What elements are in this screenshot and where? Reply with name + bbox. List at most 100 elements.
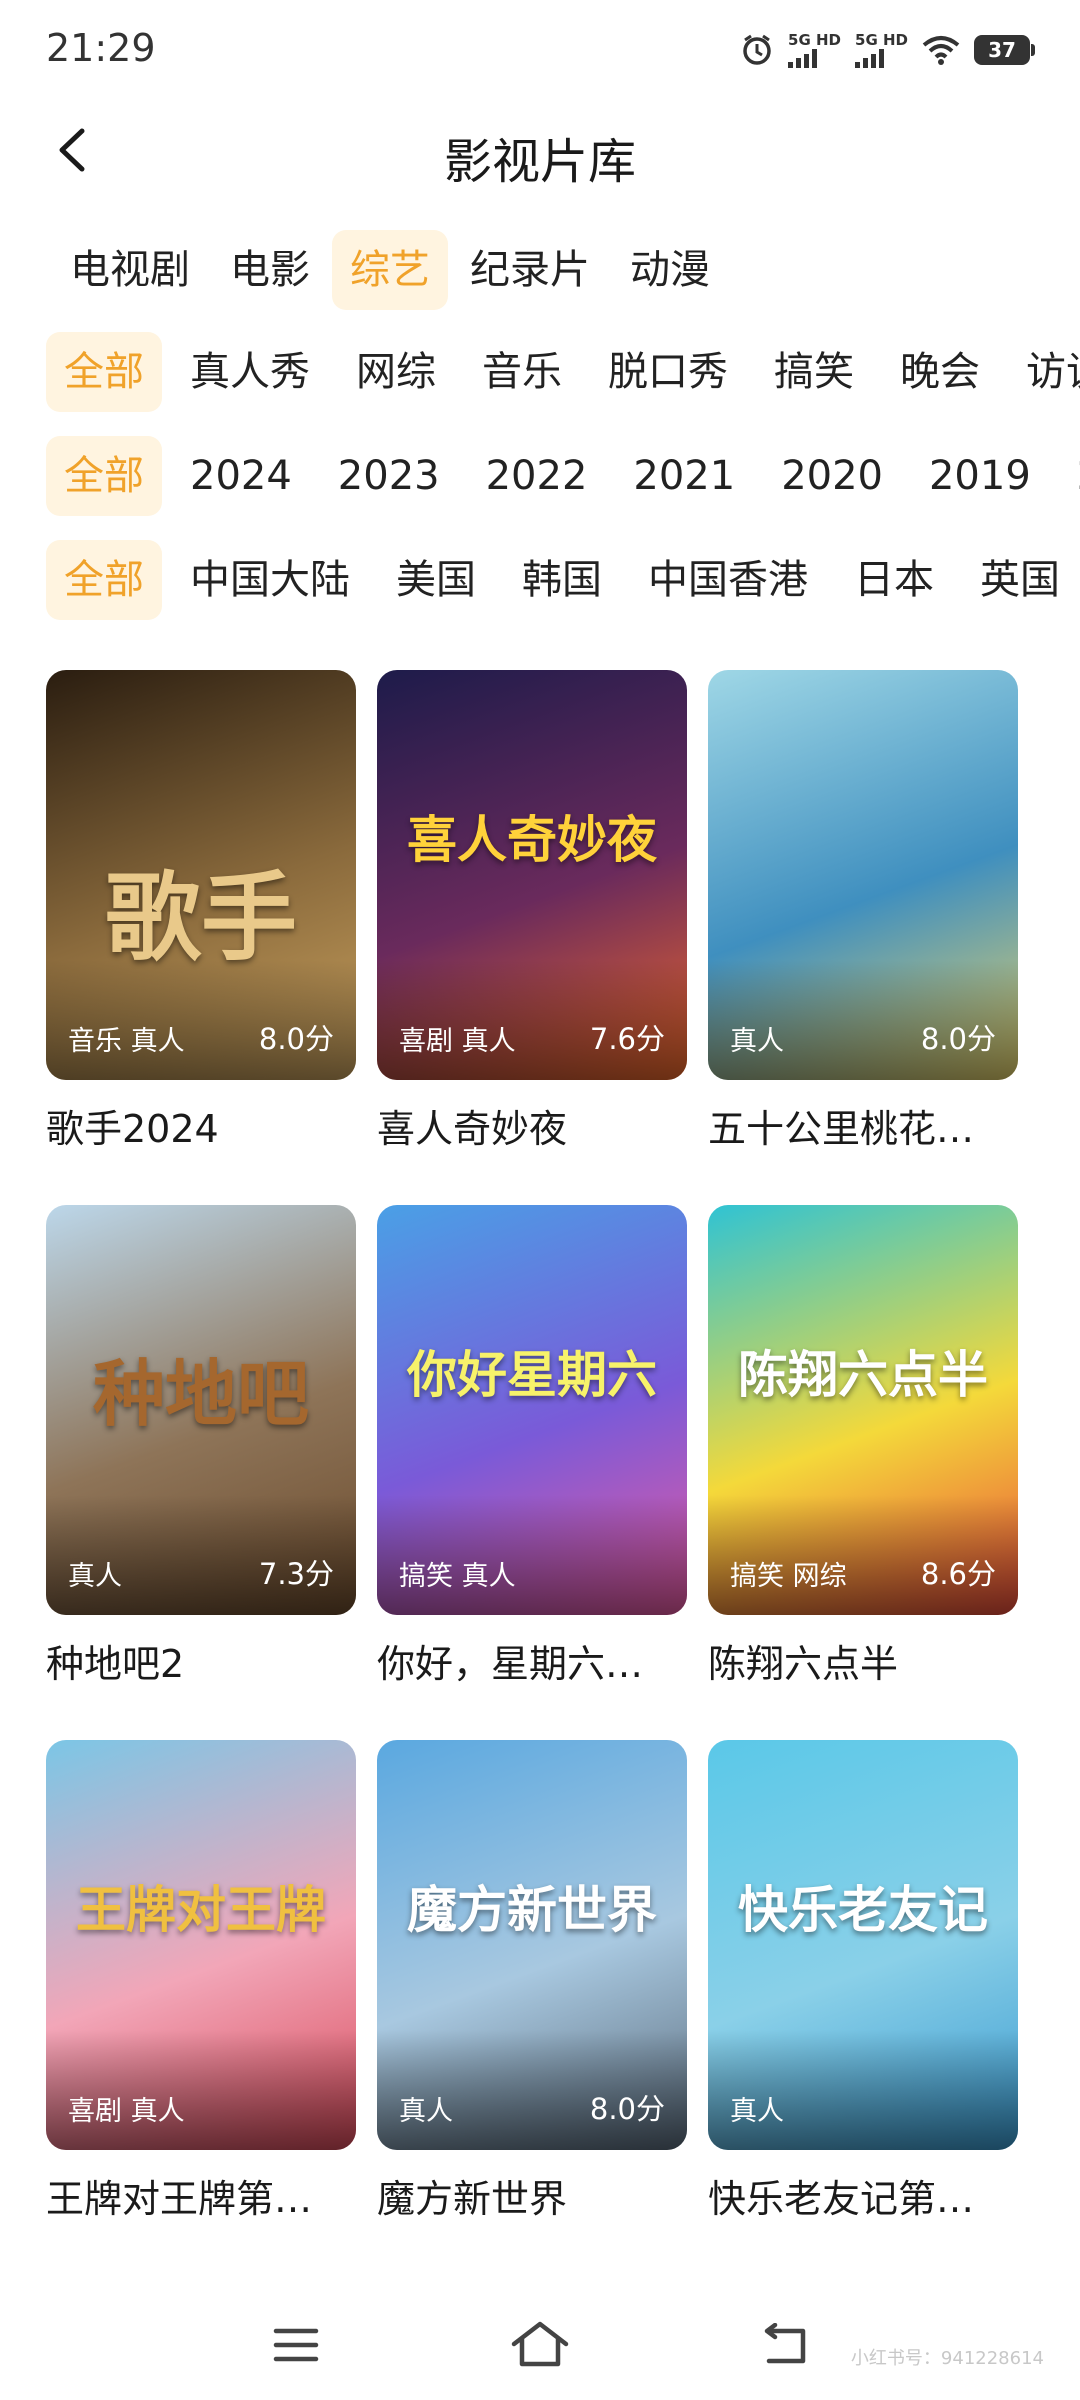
regions-chip[interactable]: 中国大陆 [172, 540, 368, 620]
show-poster[interactable]: 歌手音乐 真人 8.0分 [46, 670, 356, 1080]
show-score: 8.0分 [589, 2092, 665, 2126]
genres-chip[interactable]: 网综 [338, 332, 454, 412]
show-title[interactable]: 陈翔六点半 [708, 1633, 1018, 1688]
show-card[interactable]: 你好星期六搞笑 真人你好，星期六… [377, 1205, 687, 1688]
show-card[interactable]: 真人 8.0分五十公里桃花… [708, 670, 1018, 1153]
regions-chip[interactable]: 韩国 [504, 540, 620, 620]
show-title[interactable]: 你好，星期六… [377, 1633, 687, 1688]
show-title[interactable]: 歌手2024 [46, 1098, 356, 1153]
show-title[interactable]: 王牌对王牌第… [46, 2168, 356, 2223]
menu-button[interactable] [256, 2310, 336, 2380]
show-poster[interactable]: 王牌对王牌喜剧 真人 [46, 1740, 356, 2150]
status-bar: 21:29 5G HD 5G HD 37 [0, 0, 1080, 100]
categories-chip[interactable]: 电视剧 [52, 230, 208, 310]
show-poster[interactable]: 魔方新世界真人 8.0分 [377, 1740, 687, 2150]
poster-logo-text: 你好星期六 [407, 1345, 657, 1404]
show-tags: 搞笑 网综 [730, 1561, 847, 1592]
back-nav-icon [764, 2323, 806, 2364]
genres-chip[interactable]: 脱口秀 [590, 332, 746, 412]
header: 影视片库 [0, 100, 1080, 200]
genres-chip[interactable]: 全部 [46, 332, 162, 412]
years-chip[interactable]: 全部 [46, 436, 162, 516]
poster-logo-text: 王牌对王牌 [76, 1880, 326, 1939]
signal-icon-sim2: 5G HD [855, 32, 908, 68]
system-nav-bar: 小红书号：941228614 [0, 2290, 1080, 2400]
regions-chip[interactable]: 英国 [962, 540, 1078, 620]
regions-chip[interactable]: 中国香港 [630, 540, 826, 620]
show-card[interactable]: 种地吧真人 7.3分种地吧2 [46, 1205, 356, 1688]
show-poster[interactable]: 真人 8.0分 [708, 670, 1018, 1080]
show-tags: 音乐 真人 [68, 1026, 185, 1057]
show-card[interactable]: 王牌对王牌喜剧 真人王牌对王牌第… [46, 1740, 356, 2223]
wifi-icon [922, 35, 960, 65]
show-card[interactable]: 魔方新世界 真人 8.0分 魔方新世界 [377, 1740, 687, 2223]
genres-chip[interactable]: 音乐 [464, 332, 580, 412]
show-card[interactable]: 陈翔六点半 搞笑 网综 8.6分 陈翔六点半 [708, 1205, 1018, 1688]
show-tags: 真人 [730, 2096, 784, 2127]
genres-chip[interactable]: 真人秀 [172, 332, 328, 412]
category-tabs: 电视剧 电影 综艺 纪录片 动漫 [0, 230, 1080, 314]
show-poster[interactable]: 喜人奇妙夜喜剧 真人 7.6分 [377, 670, 687, 1080]
genre-filter: 全部真人秀网综音乐脱口秀搞笑晚会访谈 [0, 332, 1080, 416]
show-poster[interactable]: 种地吧真人 7.3分 [46, 1205, 356, 1615]
home-icon [511, 2321, 569, 2367]
categories-chip[interactable]: 综艺 [332, 230, 448, 310]
years-chip[interactable]: 2020 [763, 436, 901, 516]
poster-logo-text: 快乐老友记 [738, 1880, 988, 1939]
years-chip[interactable]: 2021 [615, 436, 753, 516]
home-button[interactable] [500, 2310, 580, 2380]
show-score: 8.0分 [258, 1022, 334, 1056]
show-poster[interactable]: 陈翔六点半搞笑 网综 8.6分 [708, 1205, 1018, 1615]
show-title[interactable]: 魔方新世界 [377, 2168, 687, 2223]
years-chip[interactable]: 2019 [911, 436, 1049, 516]
show-title[interactable]: 喜人奇妙夜 [377, 1098, 687, 1153]
years-chip[interactable]: 2024 [172, 436, 310, 516]
categories-chip[interactable]: 纪录片 [452, 230, 608, 310]
watermark-text: 小红书号：941228614 [850, 2348, 1044, 2369]
show-card[interactable]: 喜人奇妙夜 喜剧 真人 7.6分 喜人奇妙夜 [377, 670, 687, 1153]
genres-chip[interactable]: 访谈 [1008, 332, 1080, 412]
genres-chip[interactable]: 晚会 [882, 332, 998, 412]
show-tags: 真人 [399, 2096, 453, 2127]
show-title[interactable]: 种地吧2 [46, 1633, 356, 1688]
alarm-icon [740, 33, 774, 67]
show-title[interactable]: 快乐老友记第… [708, 2168, 1018, 2223]
poster-logo-text: 魔方新世界 [407, 1880, 657, 1939]
show-poster[interactable]: 你好星期六搞笑 真人 [377, 1205, 687, 1615]
genres-chip[interactable]: 搞笑 [756, 332, 872, 412]
poster-logo-text: 歌手 [105, 861, 297, 974]
show-tags: 喜剧 真人 [68, 2096, 185, 2127]
poster-logo-text: 喜人奇妙夜 [407, 810, 657, 869]
years-chip[interactable]: 2023 [320, 436, 458, 516]
status-time: 21:29 [46, 26, 156, 70]
show-poster[interactable]: 快乐老友记真人 [708, 1740, 1018, 2150]
status-icons: 5G HD 5G HD 37 [740, 30, 1035, 70]
show-score: 7.6分 [589, 1022, 665, 1056]
categories-chip[interactable]: 电影 [212, 230, 328, 310]
battery-icon: 37 [974, 35, 1035, 65]
show-score: 8.0分 [920, 1022, 996, 1056]
regions-chip[interactable]: 全部 [46, 540, 162, 620]
back-nav-button[interactable] [744, 2310, 824, 2380]
signal-icon-sim1: 5G HD [788, 32, 841, 68]
year-filter: 全部202420232022202120202019 2018 [0, 436, 1080, 520]
show-card[interactable]: 歌手音乐 真人 8.0分歌手2024 [46, 670, 356, 1153]
years-chip[interactable]: 2018 [1059, 436, 1080, 516]
show-tags: 真人 [68, 1561, 122, 1592]
show-card[interactable]: 快乐老友记真人快乐老友记第… [708, 1740, 1018, 2223]
categories-chip[interactable]: 动漫 [612, 230, 728, 310]
page-title: 影视片库 [443, 134, 636, 190]
years-chip[interactable]: 2022 [468, 436, 606, 516]
show-tags: 喜剧 真人 [399, 1026, 516, 1057]
show-score: 8.6分 [920, 1557, 996, 1591]
poster-logo-text: 陈翔六点半 [738, 1345, 988, 1404]
show-tags: 真人 [730, 1026, 784, 1057]
menu-icon [273, 2328, 319, 2362]
regions-chip[interactable]: 日本 [836, 540, 952, 620]
region-filter: 全部 中国大陆 美国 韩国 中国香港 日本 英国 [0, 540, 1080, 624]
regions-chip[interactable]: 美国 [378, 540, 494, 620]
poster-logo-text: 种地吧 [92, 1351, 309, 1436]
show-tags: 搞笑 真人 [399, 1561, 516, 1592]
show-score: 7.3分 [258, 1557, 334, 1591]
show-title[interactable]: 五十公里桃花… [708, 1098, 1018, 1153]
